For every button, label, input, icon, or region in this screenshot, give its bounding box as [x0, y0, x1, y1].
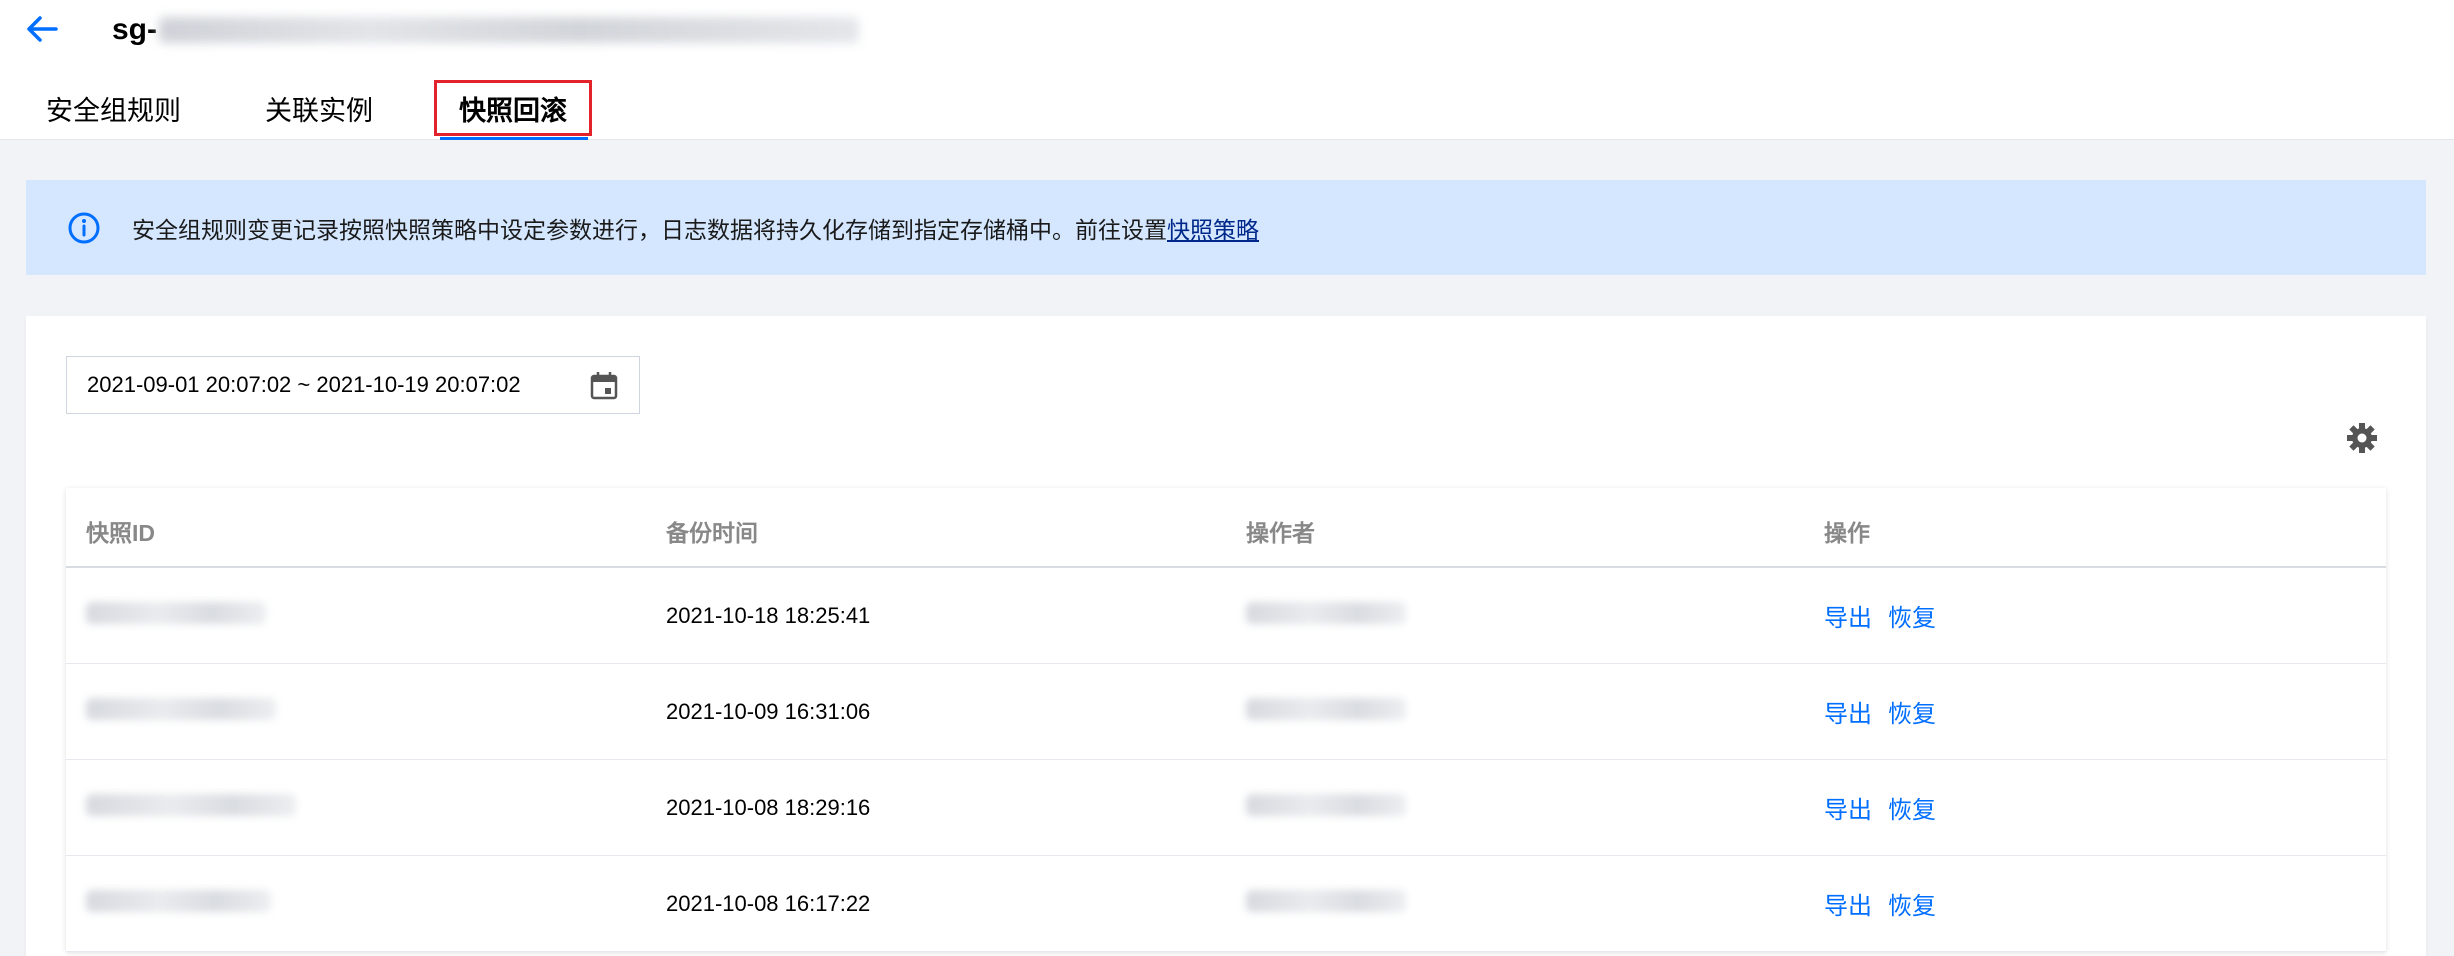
- back-button[interactable]: [22, 12, 62, 46]
- column-header-actions: 操作: [1824, 520, 1870, 546]
- redacted-security-group-name: [159, 17, 859, 43]
- redacted-snapshot-id: [86, 698, 276, 725]
- export-button[interactable]: 导出: [1824, 605, 1872, 632]
- export-button[interactable]: 导出: [1824, 701, 1872, 728]
- table-row: 2021-10-18 18:25:41 导出 恢复: [66, 568, 2386, 664]
- column-header-snapshot-id: 快照ID: [86, 520, 155, 546]
- title-prefix: sg-: [112, 13, 157, 46]
- backup-time: 2021-10-08 18:29:16: [666, 794, 871, 820]
- date-range-value: 2021-09-01 20:07:02 ~ 2021-10-19 20:07:0…: [87, 372, 521, 397]
- export-button[interactable]: 导出: [1824, 797, 1872, 824]
- snapshot-panel: 2021-09-01 20:07:02 ~ 2021-10-19 20:07:0…: [26, 316, 2426, 956]
- gear-icon[interactable]: [2344, 420, 2380, 456]
- redacted-snapshot-id: [86, 794, 296, 821]
- row-actions: 导出 恢复: [1824, 598, 1952, 633]
- redacted-snapshot-id: [86, 890, 271, 917]
- export-button[interactable]: 导出: [1824, 893, 1872, 920]
- row-actions: 导出 恢复: [1824, 790, 1952, 825]
- column-header-operator: 操作者: [1246, 520, 1315, 546]
- snapshot-table: 快照ID 备份时间 操作者 操作 2021-10-18 18:25:41 导出恢…: [66, 488, 2386, 952]
- notice-text: 安全组规则变更记录按照快照策略中设定参数进行，日志数据将持久化存储到指定存储桶中…: [132, 216, 1167, 243]
- tab-security-group-rules[interactable]: 安全组规则: [46, 78, 181, 138]
- info-circle-icon: [66, 210, 102, 246]
- date-range-picker[interactable]: 2021-09-01 20:07:02 ~ 2021-10-19 20:07:0…: [66, 356, 640, 414]
- restore-button[interactable]: 恢复: [1888, 605, 1936, 632]
- backup-time: 2021-10-09 16:31:06: [666, 698, 871, 724]
- table-header: 快照ID 备份时间 操作者 操作: [66, 488, 2386, 568]
- row-actions: 导出 恢复: [1824, 694, 1952, 729]
- backup-time: 2021-10-08 16:17:22: [666, 890, 871, 916]
- column-header-backup-time: 备份时间: [666, 520, 758, 546]
- calendar-icon: [590, 372, 618, 400]
- redacted-operator: [1246, 698, 1406, 725]
- restore-button[interactable]: 恢复: [1888, 893, 1936, 920]
- table-row: 2021-10-09 16:31:06 导出 恢复: [66, 664, 2386, 760]
- page-title: sg-: [112, 10, 859, 50]
- tab-snapshot-rollback[interactable]: 快照回滚: [434, 80, 592, 136]
- page-header: sg- 安全组规则 关联实例 快照回滚: [0, 0, 2454, 140]
- redacted-snapshot-id: [86, 602, 266, 629]
- active-tab-indicator: [440, 137, 588, 140]
- snapshot-policy-link[interactable]: 快照策略: [1167, 211, 1259, 245]
- redacted-operator: [1246, 890, 1406, 917]
- table-row: 2021-10-08 18:29:16 导出 恢复: [66, 760, 2386, 856]
- arrow-left-icon: [27, 16, 58, 42]
- row-actions: 导出 恢复: [1824, 886, 1952, 921]
- redacted-operator: [1246, 602, 1406, 629]
- info-notice: 安全组规则变更记录按照快照策略中设定参数进行，日志数据将持久化存储到指定存储桶中…: [26, 180, 2426, 275]
- restore-button[interactable]: 恢复: [1888, 701, 1936, 728]
- restore-button[interactable]: 恢复: [1888, 797, 1936, 824]
- tab-associated-instances[interactable]: 关联实例: [265, 78, 373, 138]
- backup-time: 2021-10-18 18:25:41: [666, 602, 871, 628]
- redacted-operator: [1246, 794, 1406, 821]
- table-row: 2021-10-08 16:17:22 导出 恢复: [66, 856, 2386, 952]
